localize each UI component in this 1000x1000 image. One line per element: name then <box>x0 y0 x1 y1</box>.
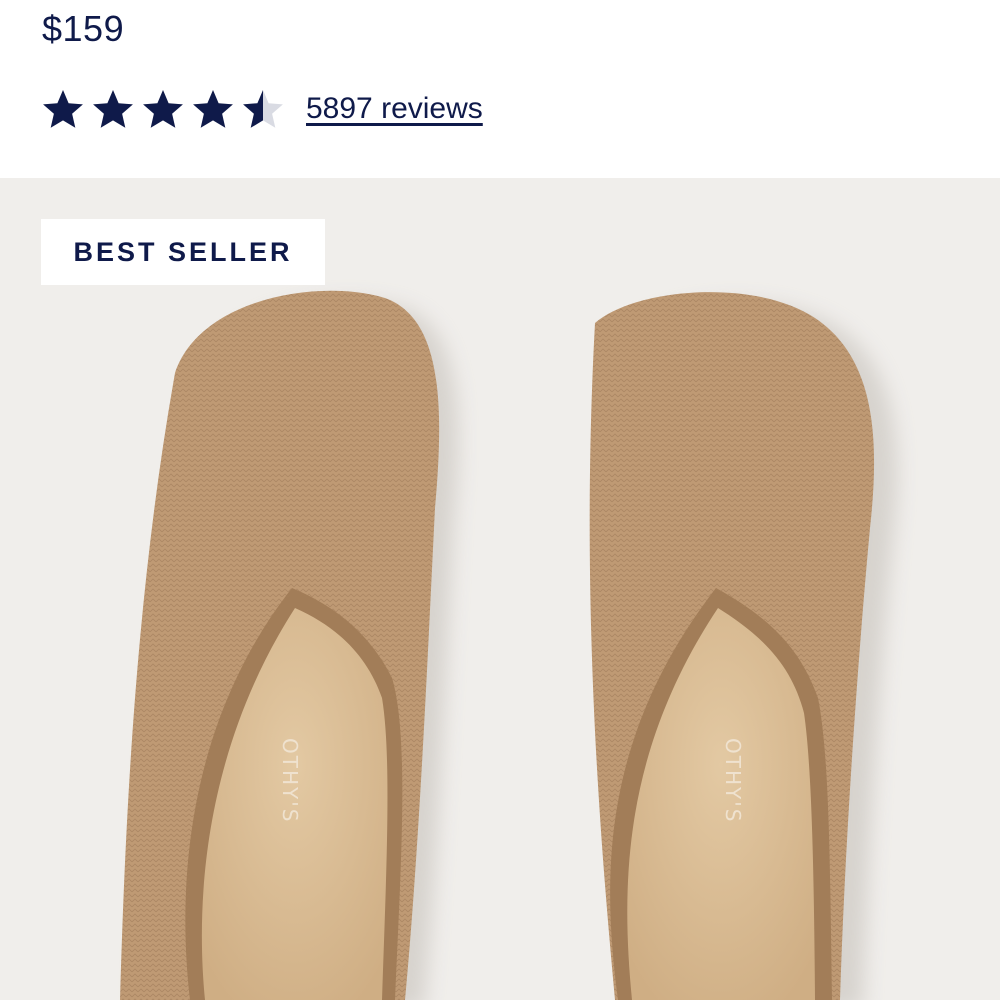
insole-logo-left: OTHY'S <box>278 738 302 823</box>
left-slipper: OTHY'S <box>120 290 459 1000</box>
star-icon <box>243 90 283 128</box>
product-price: $159 <box>42 8 125 49</box>
product-image[interactable]: OTHY'S OTHY'S BEST SELLER <box>0 178 1000 1000</box>
star-icon <box>93 90 133 128</box>
star-icon <box>193 90 233 128</box>
slippers-photo: OTHY'S OTHY'S <box>120 290 898 1000</box>
star-rating <box>42 88 292 130</box>
reviews-link[interactable]: 5897 reviews <box>306 92 483 126</box>
best-seller-badge: BEST SELLER <box>41 219 325 285</box>
insole-logo-right: OTHY'S <box>721 738 745 823</box>
star-icon <box>43 90 83 128</box>
right-slipper: OTHY'S <box>589 292 898 1000</box>
rating-row: 5897 reviews <box>42 88 483 130</box>
star-icon <box>143 90 183 128</box>
